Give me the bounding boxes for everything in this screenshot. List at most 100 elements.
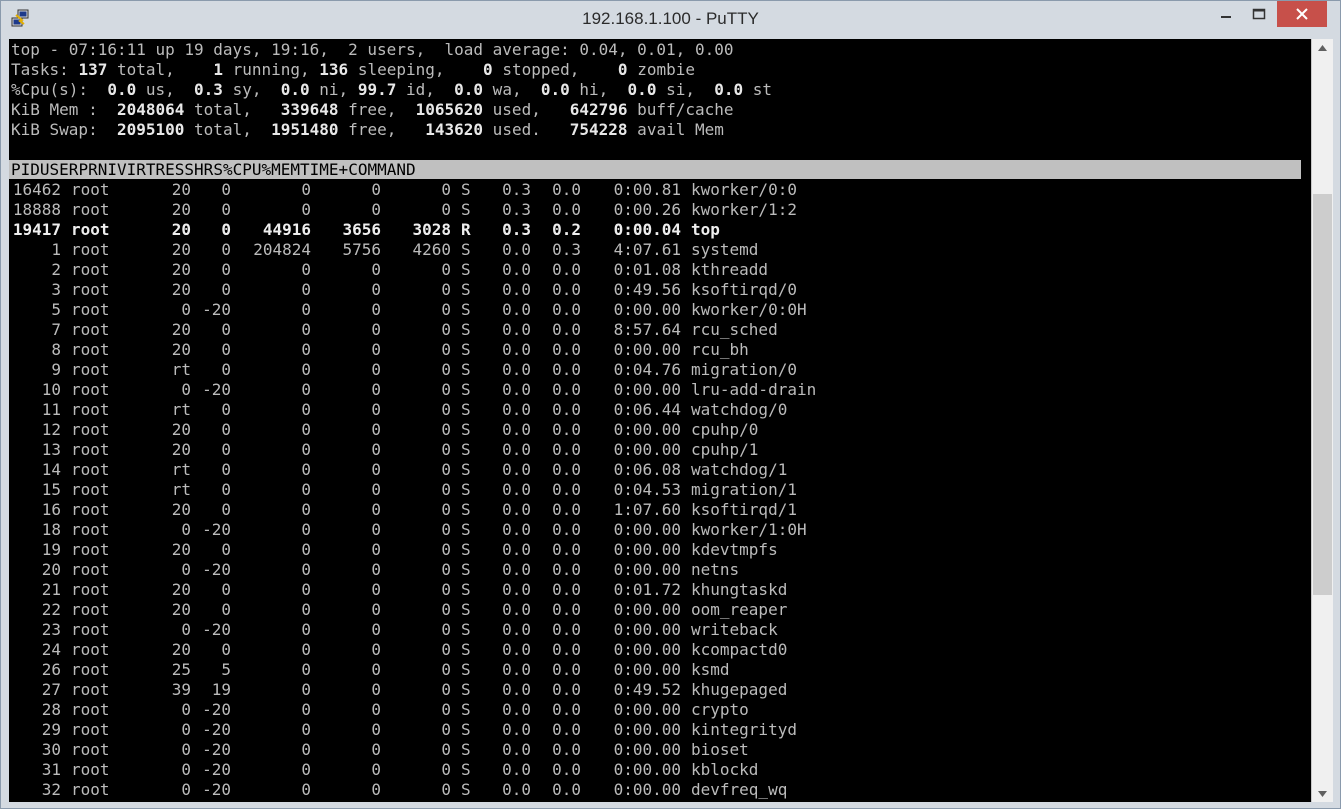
cell-pid: 24 bbox=[41, 640, 61, 659]
cell-virt: 0 bbox=[301, 420, 311, 439]
cell-time: 0:04.53 bbox=[613, 480, 681, 499]
column-header-user: USER bbox=[39, 160, 79, 179]
table-row: 14 root rt 0 0 0 0 S 0.0 0.0 0:06.08 watchdog/1 bbox=[11, 460, 788, 480]
cell-cpu: 0.0 bbox=[502, 300, 531, 319]
table-row: 8 root 20 0 0 0 0 S 0.0 0.0 0:00.00 rcu_bh bbox=[11, 340, 748, 360]
cell-shr: 0 bbox=[441, 480, 451, 499]
cell-state: S bbox=[461, 720, 471, 739]
scroll-up-button[interactable] bbox=[1312, 39, 1333, 56]
cell-time: 0:49.56 bbox=[613, 280, 681, 299]
cell-shr: 0 bbox=[441, 400, 451, 419]
cell-res: 0 bbox=[371, 620, 381, 639]
cell-ni: -20 bbox=[202, 720, 231, 739]
cell-ni: 0 bbox=[221, 500, 231, 519]
maximize-button[interactable] bbox=[1244, 1, 1274, 27]
cell-state: S bbox=[461, 580, 471, 599]
cell-virt: 0 bbox=[301, 560, 311, 579]
cell-state: S bbox=[461, 500, 471, 519]
cell-shr: 0 bbox=[441, 280, 451, 299]
cell-command: bioset bbox=[691, 740, 749, 759]
cell-state: S bbox=[461, 760, 471, 779]
cell-time: 8:57.64 bbox=[613, 320, 681, 339]
cell-state: R bbox=[461, 220, 471, 239]
close-button[interactable] bbox=[1277, 1, 1327, 27]
cell-ni: 0 bbox=[221, 180, 231, 199]
cell-command: oom_reaper bbox=[691, 600, 788, 619]
cell-cpu: 0.0 bbox=[502, 380, 531, 399]
cell-res: 0 bbox=[371, 200, 381, 219]
cell-res: 0 bbox=[371, 740, 381, 759]
cell-mem: 0.0 bbox=[552, 520, 581, 539]
summary-uptime-line: top - 07:16:11 up 19 days, 19:16, 2 user… bbox=[11, 40, 733, 60]
cell-cpu: 0.0 bbox=[502, 520, 531, 539]
cell-pid: 19 bbox=[41, 540, 61, 559]
cell-shr: 0 bbox=[441, 300, 451, 319]
cell-ni: 0 bbox=[221, 280, 231, 299]
cell-res: 0 bbox=[371, 380, 381, 399]
cell-shr: 0 bbox=[441, 340, 451, 359]
cell-command: crypto bbox=[691, 700, 749, 719]
cell-state: S bbox=[461, 520, 471, 539]
terminal-screen[interactable]: top - 07:16:11 up 19 days, 19:16, 2 user… bbox=[9, 39, 1311, 802]
cell-command: migration/1 bbox=[691, 480, 797, 499]
cell-pid: 10 bbox=[41, 380, 61, 399]
minimize-button[interactable] bbox=[1211, 1, 1241, 27]
table-row: 11 root rt 0 0 0 0 S 0.0 0.0 0:06.44 watchdog/0 bbox=[11, 400, 788, 420]
cell-mem: 0.0 bbox=[552, 460, 581, 479]
cell-ni: 0 bbox=[221, 260, 231, 279]
cell-res: 0 bbox=[371, 660, 381, 679]
cell-time: 0:00.00 bbox=[613, 600, 681, 619]
cell-user: root bbox=[71, 560, 110, 579]
cell-state: S bbox=[461, 180, 471, 199]
summary-cpu-line: %Cpu(s): 0.0 us, 0.3 sy, 0.0 ni, 99.7 id… bbox=[11, 80, 773, 99]
cell-cpu: 0.0 bbox=[502, 580, 531, 599]
cell-ni: -20 bbox=[202, 380, 231, 399]
cell-pr: 20 bbox=[171, 540, 191, 559]
cell-pid: 3 bbox=[51, 280, 61, 299]
summary-tasks-line: Tasks: 137 total, 1 running, 136 sleepin… bbox=[11, 60, 695, 79]
cell-cpu: 0.0 bbox=[502, 420, 531, 439]
cell-shr: 0 bbox=[441, 500, 451, 519]
scroll-down-button[interactable] bbox=[1312, 785, 1333, 802]
cell-user: root bbox=[71, 200, 110, 219]
cell-pr: rt bbox=[171, 480, 191, 499]
cell-pid: 12 bbox=[41, 420, 61, 439]
cell-pid: 27 bbox=[41, 680, 61, 699]
cell-user: root bbox=[71, 580, 110, 599]
cell-pr: 20 bbox=[171, 240, 191, 259]
column-header-time: TIME+ bbox=[300, 160, 349, 179]
cell-pid: 20 bbox=[41, 560, 61, 579]
cell-pid: 9 bbox=[51, 360, 61, 379]
cell-cpu: 0.0 bbox=[502, 760, 531, 779]
cell-user: root bbox=[71, 660, 110, 679]
cell-mem: 0.0 bbox=[552, 260, 581, 279]
table-row: 31 root 0 -20 0 0 0 S 0.0 0.0 0:00.00 kblockd bbox=[11, 760, 759, 780]
cell-cpu: 0.0 bbox=[502, 740, 531, 759]
cell-ni: 0 bbox=[221, 600, 231, 619]
title-bar[interactable]: 192.168.1.100 - PuTTY bbox=[1, 1, 1340, 37]
table-row: 10 root 0 -20 0 0 0 S 0.0 0.0 0:00.00 lru-add-drain bbox=[11, 380, 817, 400]
cell-state: S bbox=[461, 300, 471, 319]
cell-command: kworker/0:0 bbox=[691, 180, 797, 199]
vertical-scrollbar[interactable] bbox=[1311, 39, 1333, 802]
scrollbar-track[interactable] bbox=[1312, 56, 1333, 785]
cell-shr: 0 bbox=[441, 560, 451, 579]
cell-pid: 15 bbox=[41, 480, 61, 499]
cell-mem: 0.0 bbox=[552, 780, 581, 799]
cell-ni: 0 bbox=[221, 440, 231, 459]
cell-res: 0 bbox=[371, 180, 381, 199]
cell-pid: 28 bbox=[41, 700, 61, 719]
scrollbar-thumb[interactable] bbox=[1313, 194, 1332, 595]
cell-state: S bbox=[461, 480, 471, 499]
cell-pid: 21 bbox=[41, 580, 61, 599]
cell-shr: 0 bbox=[441, 780, 451, 799]
cell-ni: 5 bbox=[221, 660, 231, 679]
cell-ni: 0 bbox=[221, 240, 231, 259]
cell-mem: 0.0 bbox=[552, 180, 581, 199]
table-row: 12 root 20 0 0 0 0 S 0.0 0.0 0:00.00 cpuhp/0 bbox=[11, 420, 759, 440]
cell-mem: 0.0 bbox=[552, 540, 581, 559]
cell-pr: 20 bbox=[171, 600, 191, 619]
cell-cpu: 0.0 bbox=[502, 240, 531, 259]
cell-res: 0 bbox=[371, 320, 381, 339]
cell-state: S bbox=[461, 260, 471, 279]
